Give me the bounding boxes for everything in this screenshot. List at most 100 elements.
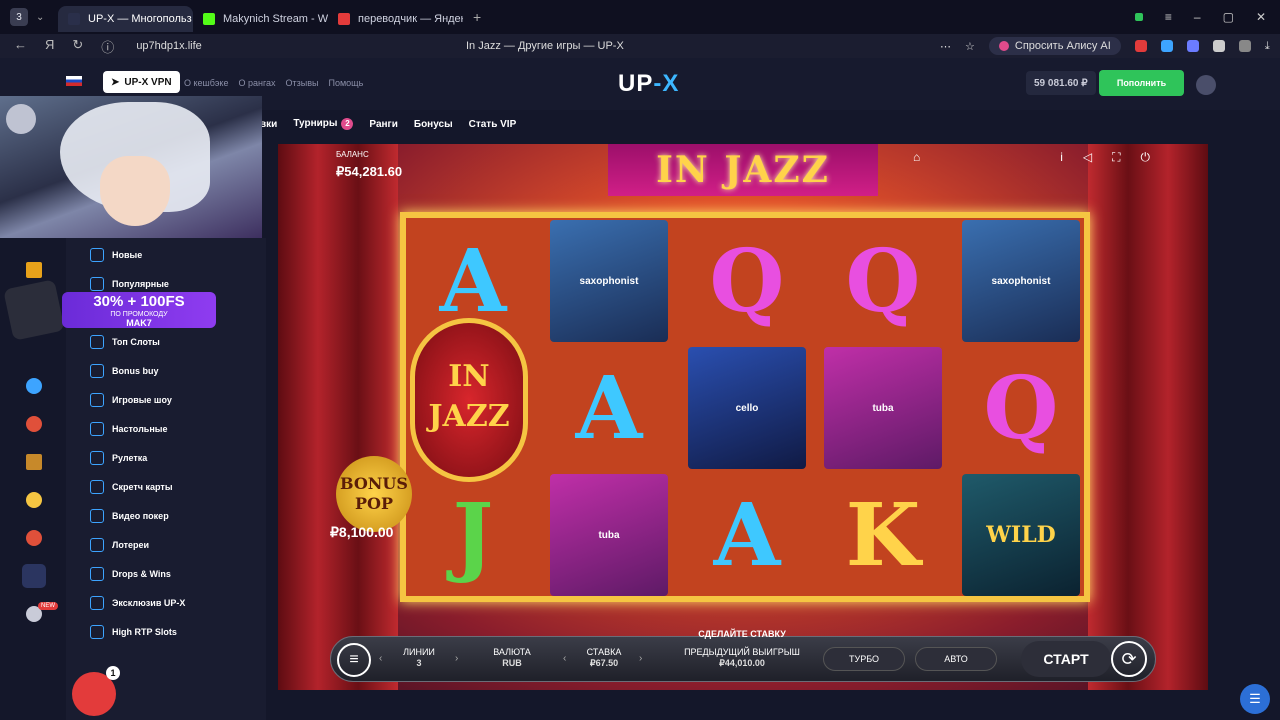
symbol-tuba: tuba <box>550 474 668 596</box>
category-icon <box>90 451 104 465</box>
sidebar-item-top-slots[interactable]: Топ Слоты <box>90 335 160 349</box>
bookmark-icon[interactable]: ☆ <box>965 40 975 53</box>
reload-icon[interactable]: ↻ <box>72 37 83 56</box>
yandex-favicon-icon <box>338 13 350 25</box>
sidebar-item-roulette[interactable]: Рулетка <box>90 451 147 465</box>
game-balance-label: БАЛАНС <box>336 150 369 159</box>
currency-selector[interactable]: ВАЛЮТА RUB <box>487 647 537 669</box>
rocket-icon[interactable] <box>26 416 42 432</box>
extension-icon[interactable] <box>1186 40 1199 52</box>
nav-item-vip[interactable]: Стать VIP <box>469 119 517 130</box>
avatar[interactable] <box>1196 75 1216 95</box>
reviews-link[interactable]: Отзывы <box>286 78 319 88</box>
vpn-button[interactable]: ➤ UP-X VPN <box>103 71 180 93</box>
tab-makynich-stream[interactable]: Makynich Stream - Watch <box>193 6 328 32</box>
extension-icon[interactable] <box>1134 40 1147 52</box>
bet-increase-icon[interactable]: › <box>639 653 642 664</box>
help-link[interactable]: Помощь <box>329 78 364 88</box>
russian-flag-icon[interactable] <box>66 76 82 86</box>
kick-favicon-icon <box>203 13 215 25</box>
category-icon <box>90 596 104 610</box>
lines-decrease-icon[interactable]: ‹ <box>379 653 382 664</box>
lines-label: ЛИНИИ <box>403 647 435 657</box>
tab-upx[interactable]: UP-X — Многопольз ✕ <box>58 6 193 32</box>
extension-icon[interactable] <box>1160 40 1173 52</box>
bet-selector[interactable]: СТАВКА ₽67.50 <box>579 647 629 669</box>
deposit-button[interactable]: Пополнить <box>1099 70 1184 96</box>
sidebar-item-high-rtp[interactable]: High RTP Slots <box>90 625 177 639</box>
new-tab-icon[interactable]: + <box>463 9 481 25</box>
ask-alice-button[interactable]: Спросить Алису AI <box>988 37 1121 55</box>
account-balance[interactable]: 59 081.60 ₽ <box>1026 71 1096 95</box>
fullscreen-icon[interactable]: ⛶ <box>1112 150 1120 165</box>
football-icon[interactable] <box>26 378 42 394</box>
sidebar-item-exclusive[interactable]: Эксклюзив UP-X <box>90 596 185 610</box>
sidebar-item-video-poker[interactable]: Видео покер <box>90 509 169 523</box>
lines-increase-icon[interactable]: › <box>455 653 458 664</box>
sidebar-item-bonus-buy[interactable]: Bonus buy <box>90 364 159 378</box>
sidebar-item-game-shows[interactable]: Игровые шоу <box>90 393 172 407</box>
auto-toggle[interactable]: АВТО <box>915 647 997 671</box>
ladder-icon[interactable] <box>26 454 42 470</box>
support-chat-icon[interactable]: ☰ <box>1240 684 1270 714</box>
close-window-icon[interactable]: ✕ <box>1256 10 1266 24</box>
info-icon[interactable]: i <box>1060 150 1063 165</box>
previous-win-value: ₽44,010.00 <box>719 658 765 668</box>
sidebar-item-new[interactable]: Новые <box>90 248 142 262</box>
nav-item-ranks[interactable]: Ранги <box>369 119 397 130</box>
cashback-link[interactable]: О кешбэке <box>184 78 228 88</box>
more-icon[interactable]: ⋯ <box>940 40 951 53</box>
symbol-cello: cello <box>688 347 806 469</box>
character-face-image <box>100 156 170 226</box>
maximize-icon[interactable]: ▢ <box>1223 10 1234 24</box>
gift-icon[interactable]: ⌂ <box>913 150 920 165</box>
tab-yandex-translate[interactable]: переводчик — Яндекс: на <box>328 6 463 32</box>
sidebar-item-popular[interactable]: Популярные <box>90 277 169 291</box>
crown-icon[interactable] <box>26 262 42 278</box>
nav-item-bonuses[interactable]: Бонусы <box>414 119 453 130</box>
logo-accent: -X <box>653 70 680 97</box>
site-logo[interactable]: UP-X <box>618 70 679 98</box>
game-menu-button[interactable]: ≡ <box>337 643 371 677</box>
turbo-toggle[interactable]: ТУРБО <box>823 647 905 671</box>
site-info-icon[interactable]: ⓘ <box>101 37 114 56</box>
yandex-button-icon[interactable]: Я <box>45 37 54 56</box>
logo-line-2: JAZZ <box>428 399 510 434</box>
nav-item-partial[interactable]: вки <box>260 119 277 130</box>
left-curtain-image <box>278 144 398 690</box>
sidebar-item-scratch-cards[interactable]: Скретч карты <box>90 480 173 494</box>
status-icon <box>1134 13 1143 21</box>
ranks-link[interactable]: О рангах <box>238 78 275 88</box>
start-spin-button[interactable]: СТАРТ <box>1021 641 1111 677</box>
power-icon[interactable]: ⏻ <box>1141 150 1151 165</box>
back-icon[interactable]: ← <box>14 37 27 56</box>
sidebar-item-drops-wins[interactable]: Drops & Wins <box>90 567 171 581</box>
promo-headline: 30% + 100FS <box>93 293 185 310</box>
extension-icon[interactable] <box>1212 40 1225 52</box>
minimize-icon[interactable]: – <box>1194 10 1201 24</box>
game-control-bar: ≡ ‹ ЛИНИИ 3 › ВАЛЮТА RUB ‹ СТАВКА ₽67.50… <box>330 629 1156 682</box>
category-icon <box>90 480 104 494</box>
game-balance-value: ₽54,281.60 <box>336 164 403 179</box>
nav-item-tournaments[interactable]: Турниры 2 <box>293 118 354 130</box>
sidebar-item-lotteries[interactable]: Лотереи <box>90 538 149 552</box>
feather-icon[interactable] <box>26 530 42 546</box>
spin-icon[interactable]: ⟳ <box>1111 641 1147 677</box>
extensions-menu-icon[interactable] <box>1238 40 1251 52</box>
lines-selector[interactable]: ЛИНИИ 3 <box>399 647 439 669</box>
coin-icon[interactable] <box>26 492 42 508</box>
bonus-pop-badge: BONUS POP <box>336 456 412 532</box>
cherry-icon[interactable] <box>22 564 46 588</box>
sidebar-item-table-games[interactable]: Настольные <box>90 422 167 436</box>
menu-icon[interactable]: ≡ <box>1165 10 1172 24</box>
sound-icon[interactable]: ◁ <box>1083 150 1092 165</box>
tab-count-badge[interactable]: 3 <box>10 8 28 26</box>
tab-list-chevron-icon[interactable]: ⌄ <box>28 12 58 23</box>
url-field[interactable]: up7hdp1x.life <box>136 40 201 52</box>
address-bar: ← Я ↻ ⓘ up7hdp1x.life In Jazz — Другие и… <box>0 34 1280 58</box>
category-icon <box>90 567 104 581</box>
bet-decrease-icon[interactable]: ‹ <box>563 653 566 664</box>
download-icon[interactable]: ⤓ <box>1265 40 1270 53</box>
reel: saxophonist Q WILD <box>958 220 1084 602</box>
tournament-count-badge: 2 <box>341 118 354 130</box>
